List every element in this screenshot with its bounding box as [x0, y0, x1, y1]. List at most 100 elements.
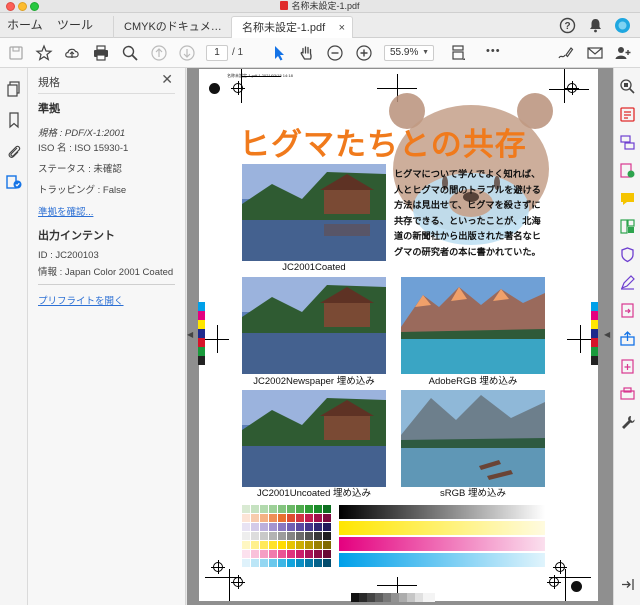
add-user-icon[interactable] [614, 44, 632, 62]
tab-document-label: CMYKのドキュメ… [124, 21, 222, 33]
verify-compliance-link[interactable]: 準拠を確認... [38, 204, 93, 218]
panel-divider [38, 284, 175, 285]
output-intent-info: 情報 : Japan Color 2001 Coated [38, 267, 174, 278]
crop-mark [217, 325, 218, 353]
registration-mark-icon [565, 81, 579, 95]
collapse-left-panel-icon[interactable]: ◀ [187, 330, 193, 339]
registration-dot [209, 83, 220, 94]
color-control-strip [591, 302, 598, 365]
hand-tool-icon[interactable] [298, 44, 316, 62]
crop-mark [565, 569, 566, 601]
zoom-level-select[interactable]: 55.9% ▼ [384, 45, 434, 61]
sign-pen-icon[interactable] [556, 44, 574, 62]
page-number-input[interactable]: 1 [206, 45, 228, 61]
tab-document-active[interactable]: 名称未設定-1.pdf × [231, 16, 353, 38]
more-tools-button[interactable]: ••• [486, 45, 501, 57]
scan-icon[interactable] [619, 358, 636, 375]
print-production-icon[interactable] [619, 386, 636, 403]
upload-cloud-icon[interactable] [63, 44, 81, 62]
lake-boathouse-photo [242, 277, 386, 374]
more-tools-wrench-icon[interactable] [619, 414, 636, 431]
export-pdf-icon[interactable] [619, 302, 636, 319]
standard-line: 規格 : PDF/X-1:2001 [38, 128, 126, 139]
crop-mark [580, 325, 581, 353]
fill-sign-icon[interactable] [619, 274, 636, 291]
tab-home[interactable]: ホーム [7, 13, 43, 38]
photo-caption: sRGB 埋め込み [440, 488, 506, 499]
panel-header: 規格 ✕ [38, 68, 175, 94]
select-cursor-icon[interactable] [270, 44, 288, 62]
photo-caption: JC2001Uncoated 埋め込み [256, 488, 372, 499]
output-intent-heading: 出力インテント [38, 230, 115, 242]
left-navigation-rail [0, 68, 28, 605]
document-headline: ヒグマたちとの共存 [239, 127, 527, 163]
create-pdf-icon[interactable] [619, 106, 636, 123]
trapping-line: トラッピング : False [38, 185, 127, 196]
help-icon[interactable]: ? [559, 17, 576, 34]
registration-mark-icon [211, 560, 225, 574]
standards-icon[interactable] [5, 173, 23, 191]
mountain-lake-photo [401, 277, 545, 374]
star-icon[interactable] [35, 44, 53, 62]
document-body-text: ヒグマについて学んでよく知れば、人とヒグマの間のトラブルを避ける方法は見出せて、… [394, 169, 541, 257]
mail-icon[interactable] [586, 44, 604, 62]
tab-document-cmyk[interactable]: CMYKのドキュメ… [113, 16, 229, 38]
close-panel-button[interactable]: ✕ [161, 71, 173, 88]
mountain-lake-boats-photo [401, 390, 545, 487]
standards-panel: 規格 ✕ 準拠 規格 : PDF/X-1:2001 ISO 名 : ISO 15… [28, 68, 186, 605]
avatar-icon[interactable] [614, 17, 631, 34]
zoom-out-icon[interactable] [326, 44, 344, 62]
crop-mark [229, 569, 230, 601]
next-page-icon[interactable] [178, 44, 196, 62]
pages-thumbnail-icon[interactable] [5, 80, 23, 98]
svg-text:?: ? [564, 21, 570, 32]
tone-gradient-bars [339, 505, 545, 567]
attachment-icon[interactable] [5, 142, 23, 160]
compliance-heading: 準拠 [38, 103, 60, 115]
zoom-in-icon[interactable] [355, 44, 373, 62]
bookmark-icon[interactable] [5, 111, 23, 129]
window-title-text: 名称未設定-1.pdf [291, 1, 360, 11]
collapse-right-rail-icon[interactable] [619, 576, 636, 593]
expand-right-panel-icon[interactable]: ◀ [604, 330, 610, 339]
open-preflight-link[interactable]: プリフライトを開く [38, 293, 124, 307]
color-patch-grid [242, 505, 331, 567]
comment-icon[interactable] [619, 190, 636, 207]
organize-pages-icon[interactable] [619, 218, 636, 235]
prev-page-icon[interactable] [150, 44, 168, 62]
share-icon[interactable] [619, 330, 636, 347]
gray-step-wedge [351, 593, 435, 602]
iso-name-line: ISO 名 : ISO 15930-1 [38, 143, 129, 154]
window-titlebar: 名称未設定-1.pdf [0, 0, 640, 13]
zoom-search-icon[interactable] [121, 44, 139, 62]
output-intent-id: ID : JC200103 [38, 250, 99, 261]
lake-boathouse-photo [242, 164, 386, 261]
tab-tools[interactable]: ツール [57, 13, 93, 38]
crop-mark [241, 69, 242, 103]
right-tools-rail [613, 68, 640, 605]
page-display-icon[interactable] [449, 44, 467, 62]
print-icon[interactable] [92, 44, 110, 62]
panel-title: 規格 [38, 77, 60, 89]
zoom-pane-icon[interactable] [619, 78, 636, 95]
document-viewport[interactable]: 名称未設定-1.pdf 1 2021/03/15 14:18 [187, 68, 613, 605]
protect-shield-icon[interactable] [619, 246, 636, 263]
tab-document-label: 名称未設定-1.pdf [242, 22, 326, 34]
crop-mark [564, 69, 565, 103]
registration-dot [571, 581, 582, 592]
crop-mark [241, 76, 281, 77]
pdf-file-icon [280, 1, 289, 10]
save-icon[interactable] [7, 44, 25, 62]
chevron-down-icon: ▼ [422, 49, 429, 56]
pdf-page: 名称未設定-1.pdf 1 2021/03/15 14:18 [199, 69, 598, 601]
photo-caption: JC2002Newspaper 埋め込み [253, 376, 375, 387]
color-control-strip [198, 302, 205, 365]
photo-caption: JC2001Coated [282, 262, 346, 273]
edit-pdf-icon[interactable] [619, 162, 636, 179]
registration-mark-icon [547, 575, 561, 589]
bell-icon[interactable] [587, 17, 604, 34]
status-line: ステータス : 未確認 [38, 164, 122, 175]
registration-mark-icon [231, 575, 245, 589]
tab-close-button[interactable]: × [339, 17, 345, 39]
combine-files-icon[interactable] [619, 134, 636, 151]
